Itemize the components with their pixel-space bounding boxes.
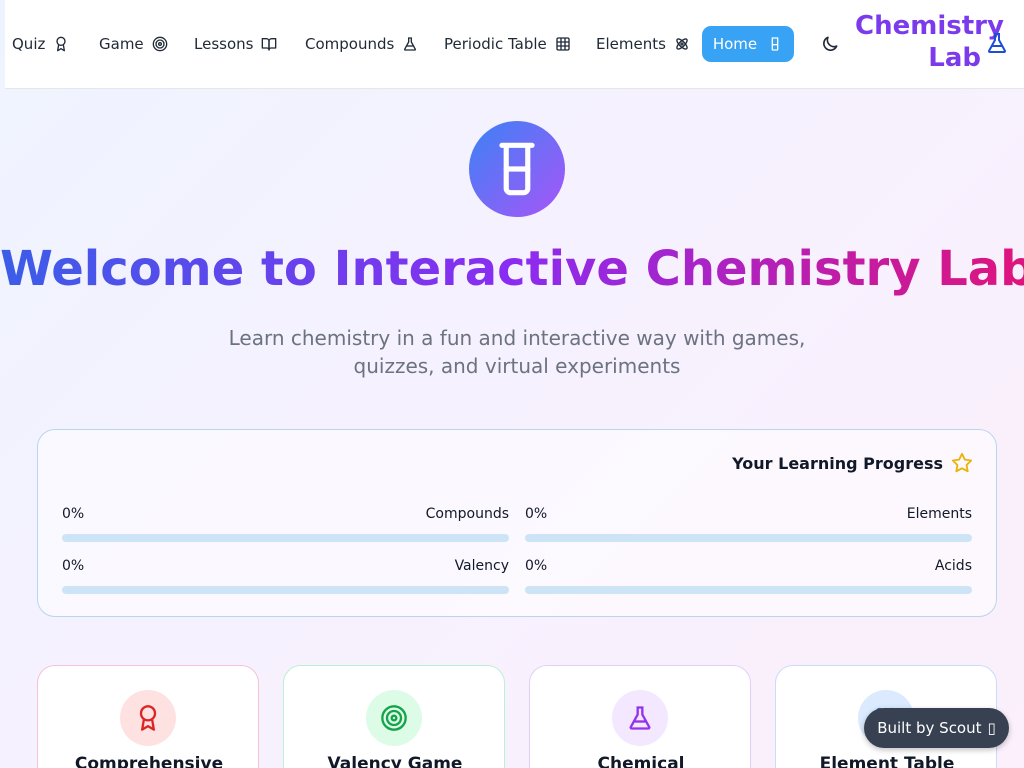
feature-icon-badge [366,690,422,746]
top-nav: Quiz Game Lessons Compounds Periodic Tab… [5,0,1024,89]
nav-item-lessons[interactable]: Lessons [194,30,277,58]
nav-item-label: Game [99,35,144,53]
progress-label: Valency [454,558,509,574]
scout-glyph: ▯ [987,719,996,737]
progress-bar [525,586,972,594]
theme-toggle-button[interactable] [820,34,840,54]
brand-logo[interactable] [985,30,1009,56]
atom-icon [676,38,688,50]
nav-item-quiz[interactable]: Quiz [12,30,69,58]
progress-bar [62,586,509,594]
nav-item-periodic-table[interactable]: Periodic Table [444,30,571,58]
nav-item-label: Lessons [194,35,254,53]
flask-icon [404,37,417,51]
feature-card-valency-game[interactable]: Valency Game [283,665,505,768]
feature-icon-badge [120,690,176,746]
nav-item-label: Compounds [305,35,395,53]
feature-title: Element Table [819,754,955,768]
feature-card-quiz[interactable]: Comprehensive [37,665,259,768]
target-icon [152,36,167,52]
beaker-icon [771,37,779,51]
feature-card-chemical[interactable]: Chemical [529,665,751,768]
progress-title: Your Learning Progress [732,454,943,473]
progress-bar [525,534,972,542]
award-icon [139,705,157,731]
nav-item-game[interactable]: Game [99,30,168,58]
nav-home-label: Home [712,35,758,53]
moon-icon [823,36,838,51]
progress-item-acids: 0% Acids [525,558,972,598]
page-subtitle: Learn chemistry in a fun and interactive… [228,326,806,378]
progress-percent: 0% [525,506,548,522]
progress-item-compounds: 0% Compounds [62,506,509,546]
grid-icon [556,37,570,51]
star-icon [951,452,973,473]
page-title: Welcome to Interactive Chemistry Lab [0,236,1024,302]
nav-item-label: Quiz [12,35,46,53]
feature-icon-badge [612,690,668,746]
brand-title[interactable]: Chemistry Lab [855,10,1004,74]
flask-icon [629,706,651,730]
scout-label: Built by Scout [877,719,982,737]
flask-icon [988,33,1006,53]
progress-percent: 0% [62,506,85,522]
learning-progress-card: Your Learning Progress 0% Compounds 0% E… [37,429,997,617]
nav-item-label: Elements [596,35,666,53]
nav-item-elements[interactable]: Elements [596,30,690,58]
built-by-scout-badge[interactable]: Built by Scout ▯ [864,708,1009,748]
nav-home-button[interactable]: Home [702,26,794,62]
progress-item-elements: 0% Elements [525,506,972,546]
feature-title: Chemical [597,754,685,768]
feature-title: Valency Game [327,754,463,768]
progress-item-valency: 0% Valency [62,558,509,598]
nav-item-label: Periodic Table [444,35,547,53]
progress-bar [62,534,509,542]
progress-label: Acids [934,558,972,574]
progress-label: Elements [906,506,972,522]
beaker-icon [499,142,535,196]
feature-title: Comprehensive [74,754,224,768]
nav-item-compounds[interactable]: Compounds [305,30,418,58]
hero-icon-badge [469,121,565,217]
progress-percent: 0% [62,558,85,574]
book-open-icon [262,38,277,51]
progress-percent: 0% [525,558,548,574]
target-icon [381,705,407,731]
progress-label: Compounds [425,506,509,522]
award-icon [56,36,67,52]
